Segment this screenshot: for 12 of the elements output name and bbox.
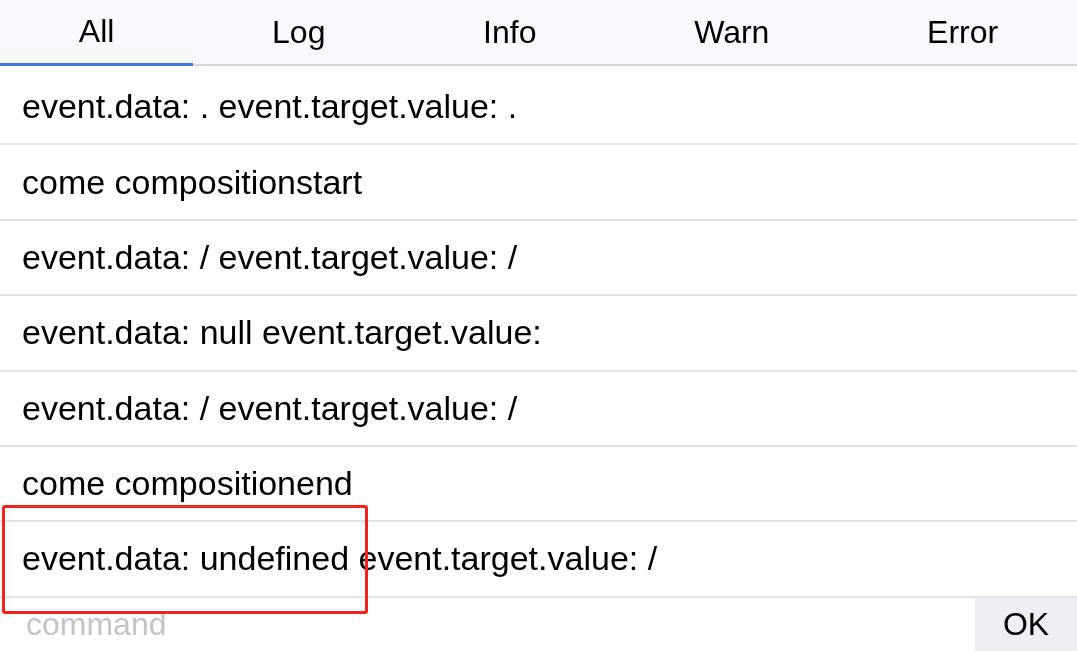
log-entry: come compositionstart <box>22 162 363 202</box>
ok-button[interactable]: OK <box>975 597 1077 651</box>
log-entry: event.data: null event.target.value: <box>22 313 542 353</box>
log-entry: event.data: / event.target.value: / <box>22 237 518 277</box>
log-entry: event.data: . event.target.value: . <box>22 87 518 127</box>
tab[interactable]: Warn <box>615 0 849 66</box>
log-entry: come compositionend <box>22 464 353 504</box>
tab[interactable]: All <box>0 0 194 66</box>
tab[interactable]: Log <box>193 0 405 66</box>
log-entry: event.data: / event.target.value: / <box>22 388 518 428</box>
tab[interactable]: Error <box>848 0 1077 66</box>
tab[interactable]: Info <box>404 0 616 66</box>
